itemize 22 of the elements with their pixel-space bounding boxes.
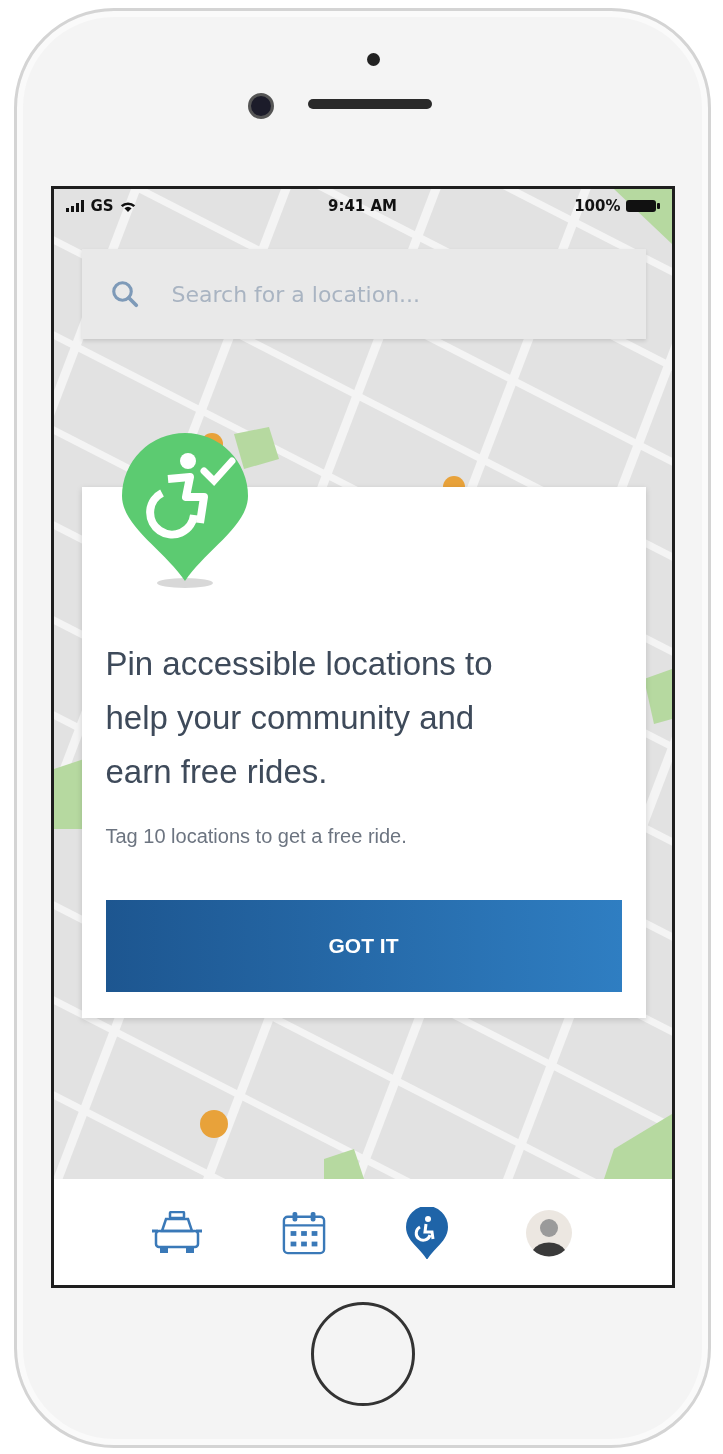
battery-percent: 100% (574, 197, 621, 215)
search-field[interactable]: Search for a location... (81, 249, 646, 339)
camera-icon (248, 93, 274, 119)
sensor-icon (367, 53, 380, 66)
car-icon[interactable] (152, 1210, 202, 1255)
wifi-icon (118, 199, 137, 213)
signal-icon (65, 200, 86, 212)
avatar-icon[interactable] (525, 1208, 573, 1257)
park-area (643, 669, 672, 724)
status-time: 9:41 AM (327, 197, 398, 215)
got-it-button[interactable]: GOT IT (105, 900, 622, 992)
speaker-icon (308, 99, 432, 109)
search-icon (109, 279, 140, 309)
battery-icon (625, 199, 660, 213)
card-title: Pin accessible locations to help your community and earn free rides. (105, 644, 494, 792)
map-marker-icon (199, 1110, 228, 1138)
park-area (233, 427, 279, 469)
home-button[interactable] (310, 1302, 415, 1406)
card-subtitle: Tag 10 locations to get a free ride. (105, 825, 408, 848)
carrier-name: GS (90, 197, 114, 215)
wheelchair-pin-icon[interactable] (406, 1206, 448, 1259)
park-area (53, 759, 84, 829)
